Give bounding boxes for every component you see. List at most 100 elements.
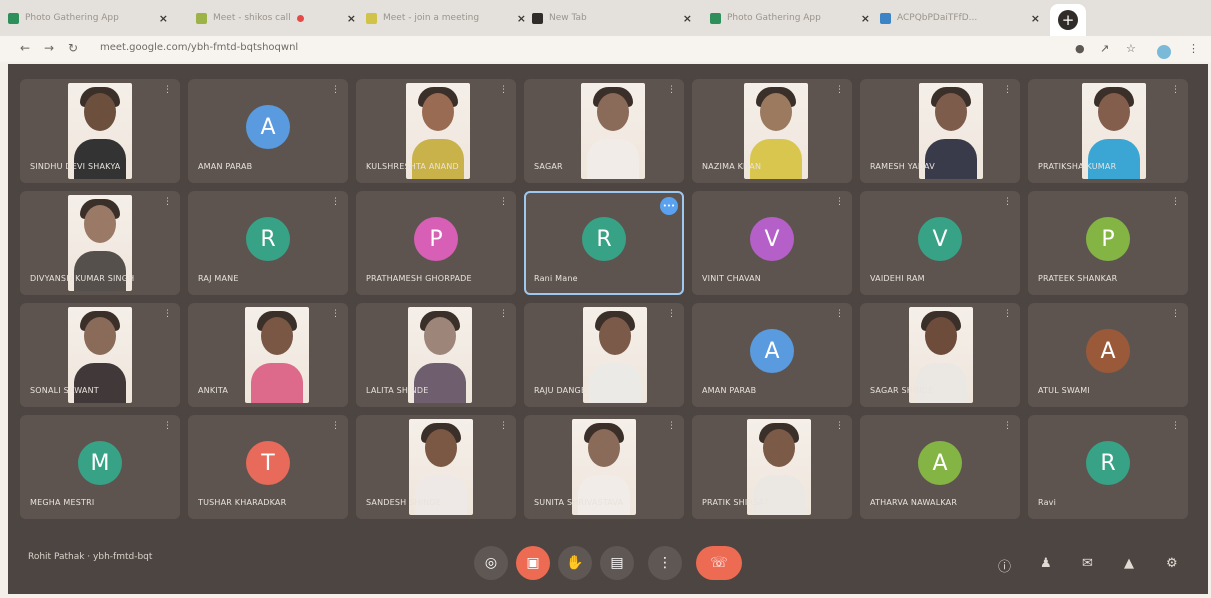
tile-options-icon[interactable]: ⋮ bbox=[835, 309, 844, 319]
participant-tile[interactable]: ⋮ SAGAR SHINDE bbox=[860, 303, 1020, 407]
tile-options-icon[interactable]: ⋮ bbox=[331, 309, 340, 319]
tile-options-icon[interactable]: ⋮ bbox=[1171, 197, 1180, 207]
mic-button[interactable]: ◎ bbox=[474, 546, 508, 580]
host-controls-icon[interactable]: ⚙ bbox=[1166, 556, 1178, 571]
participant-tile[interactable]: ⋮ RAJU DANGE bbox=[524, 303, 684, 407]
browser-tab[interactable]: New Tab × bbox=[532, 4, 692, 32]
participant-tile[interactable]: ⋮ SINDHU DEVI SHAKYA bbox=[20, 79, 180, 183]
participant-tile[interactable]: ⋮ SAGAR bbox=[524, 79, 684, 183]
tile-options-icon[interactable]: ⋮ bbox=[1003, 85, 1012, 95]
meeting-details[interactable]: Rohit Pathak · ybh-fmtd-bqt bbox=[28, 552, 152, 562]
participant-tile[interactable]: V ⋮ VAIDEHI RAM bbox=[860, 191, 1020, 295]
tile-options-icon[interactable]: ⋮ bbox=[1003, 309, 1012, 319]
tile-options-icon[interactable]: ⋮ bbox=[163, 309, 172, 319]
tile-options-icon[interactable]: ⋮ bbox=[667, 421, 676, 431]
participant-tile[interactable]: ⋮ SUNITA SHRIVASTAVA bbox=[524, 415, 684, 519]
browser-menu-icon[interactable]: ⋮ bbox=[1188, 42, 1199, 55]
participant-tile[interactable]: P ⋮ PRATEEK SHANKAR bbox=[1028, 191, 1188, 295]
tab-title: Meet - join a meeting bbox=[383, 13, 480, 23]
more-options-button[interactable]: ⋮ bbox=[648, 546, 682, 580]
close-tab-icon[interactable]: × bbox=[347, 12, 356, 25]
tile-options-icon[interactable]: ⋮ bbox=[163, 85, 172, 95]
participant-tile[interactable]: ⋮ NAZIMA KHAN bbox=[692, 79, 852, 183]
people-icon[interactable]: ♟ bbox=[1040, 556, 1052, 571]
tile-options-icon[interactable]: ⋮ bbox=[1171, 85, 1180, 95]
tile-options-icon[interactable]: ⋮ bbox=[1171, 421, 1180, 431]
reload-icon[interactable]: ↻ bbox=[68, 41, 78, 55]
back-arrow-icon[interactable]: ← bbox=[20, 41, 30, 55]
participant-tile[interactable]: M ⋮ MEGHA MESTRI bbox=[20, 415, 180, 519]
participant-tile[interactable]: P ⋮ PRATHAMESH GHORPADE bbox=[356, 191, 516, 295]
participant-tile[interactable]: ⋮ LALITA SHINDE bbox=[356, 303, 516, 407]
participant-tile[interactable]: V ⋮ VINIT CHAVAN bbox=[692, 191, 852, 295]
participant-tile[interactable]: ⋮ RAMESH YADAV bbox=[860, 79, 1020, 183]
info-icon[interactable]: ⓘ bbox=[998, 556, 1011, 575]
participant-avatar: P bbox=[1086, 217, 1130, 261]
face bbox=[599, 317, 631, 355]
tile-options-icon[interactable]: ⋮ bbox=[1171, 309, 1180, 319]
close-tab-icon[interactable]: × bbox=[159, 12, 168, 25]
more-vert-icon: ⋮ bbox=[658, 555, 672, 571]
tile-options-icon[interactable]: ⋮ bbox=[667, 309, 676, 319]
camera-indicator-icon[interactable]: ● bbox=[1075, 42, 1085, 55]
participant-avatar: R bbox=[582, 217, 626, 261]
camera-button[interactable]: ▣ bbox=[516, 546, 550, 580]
participant-tile[interactable]: A ⋮ ATHARVA NAWALKAR bbox=[860, 415, 1020, 519]
participant-tile[interactable]: A ⋮ AMAN PARAB bbox=[692, 303, 852, 407]
raise-hand-button[interactable]: ✋ bbox=[558, 546, 592, 580]
tile-options-icon[interactable]: ⋮ bbox=[1003, 421, 1012, 431]
participant-tile[interactable]: A ⋮ AMAN PARAB bbox=[188, 79, 348, 183]
participant-tile[interactable]: ⋮ DIVYANSH KUMAR SINGH bbox=[20, 191, 180, 295]
tile-options-icon[interactable]: ⋮ bbox=[331, 85, 340, 95]
participant-tile[interactable]: R ⋮ Ravi bbox=[1028, 415, 1188, 519]
browser-tab[interactable]: Meet - shikos call × bbox=[196, 4, 356, 32]
participant-name: VINIT CHAVAN bbox=[702, 274, 761, 283]
participant-tile[interactable]: ⋮ PRATIKSHA KUMAR bbox=[1028, 79, 1188, 183]
participant-tile[interactable]: ⋮ PRATIK SHIRSAT bbox=[692, 415, 852, 519]
tile-options-icon[interactable]: ⋮ bbox=[163, 197, 172, 207]
tab-title: Photo Gathering App bbox=[25, 13, 119, 23]
bookmark-star-icon[interactable]: ☆ bbox=[1126, 42, 1136, 55]
close-tab-icon[interactable]: × bbox=[1031, 12, 1040, 25]
close-tab-icon[interactable]: × bbox=[683, 12, 692, 25]
tile-options-icon[interactable]: ⋮ bbox=[331, 421, 340, 431]
tile-options-icon[interactable]: ⋮ bbox=[667, 85, 676, 95]
tile-options-icon[interactable]: ⋮ bbox=[835, 197, 844, 207]
close-tab-icon[interactable]: × bbox=[517, 12, 526, 25]
new-tab-button[interactable]: + bbox=[1050, 4, 1086, 36]
browser-tab[interactable]: ACPQbPDaiTFfD... × bbox=[880, 4, 1040, 32]
participant-tile[interactable]: ⋮ SANDESH SHINDE bbox=[356, 415, 516, 519]
tab-favicon-icon bbox=[880, 12, 891, 24]
tile-options-icon[interactable]: ⋮ bbox=[499, 421, 508, 431]
participant-tile[interactable]: ⋮ SONALI SAWANT bbox=[20, 303, 180, 407]
participant-tile[interactable]: ⋮ KULSHRESHTA ANAND bbox=[356, 79, 516, 183]
browser-tab[interactable]: Meet - join a meeting × bbox=[366, 4, 526, 32]
share-icon[interactable]: ↗ bbox=[1100, 42, 1109, 55]
present-button[interactable]: ▤ bbox=[600, 546, 634, 580]
tile-options-icon[interactable]: ⋮ bbox=[163, 421, 172, 431]
tile-options-icon[interactable]: ⋮ bbox=[835, 85, 844, 95]
participant-tile[interactable]: R⋮•••Rani Mane bbox=[524, 191, 684, 295]
activities-icon[interactable]: ▲ bbox=[1124, 556, 1134, 571]
participant-tile[interactable]: R ⋮ RAJ MANE bbox=[188, 191, 348, 295]
participant-tile[interactable]: A ⋮ ATUL SWAMI bbox=[1028, 303, 1188, 407]
forward-arrow-icon[interactable]: → bbox=[44, 41, 54, 55]
leave-call-button[interactable]: ☏ bbox=[696, 546, 742, 580]
tile-options-icon[interactable]: ⋮ bbox=[499, 197, 508, 207]
participant-tile[interactable]: ⋮ ANKITA bbox=[188, 303, 348, 407]
participant-avatar: V bbox=[750, 217, 794, 261]
tile-options-icon[interactable]: ⋮ bbox=[331, 197, 340, 207]
browser-tab[interactable]: Photo Gathering App × bbox=[710, 4, 870, 32]
tab-title: ACPQbPDaiTFfD... bbox=[897, 13, 978, 23]
url-field[interactable]: meet.google.com/ybh-fmtd-bqtshoqwnl bbox=[100, 42, 298, 53]
close-tab-icon[interactable]: × bbox=[861, 12, 870, 25]
tile-options-icon[interactable]: ⋮ bbox=[499, 85, 508, 95]
tile-options-icon[interactable]: ⋮ bbox=[499, 309, 508, 319]
tile-options-icon[interactable]: ⋮ bbox=[1003, 197, 1012, 207]
participant-avatar: A bbox=[750, 329, 794, 373]
browser-tab[interactable]: Photo Gathering App × bbox=[8, 4, 168, 32]
chat-icon[interactable]: ✉ bbox=[1082, 556, 1093, 571]
participant-tile[interactable]: T ⋮ TUSHAR KHARADKAR bbox=[188, 415, 348, 519]
tile-options-icon[interactable]: ⋮ bbox=[835, 421, 844, 431]
profile-avatar[interactable] bbox=[1157, 45, 1171, 59]
